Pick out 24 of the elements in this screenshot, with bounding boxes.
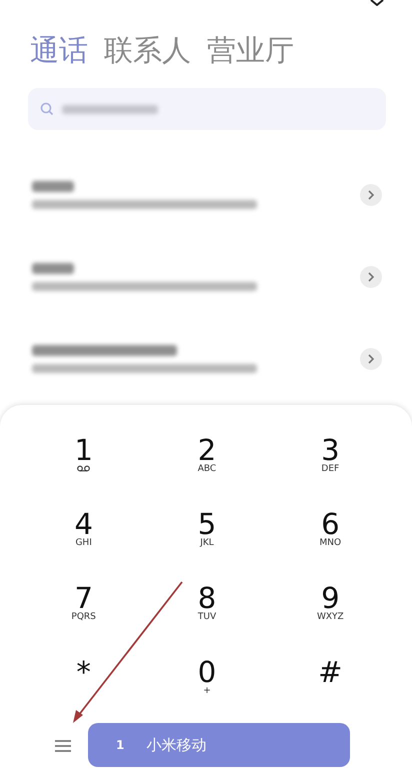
- dial-key[interactable]: 2 ABC: [145, 431, 269, 493]
- dial-key[interactable]: *: [22, 653, 146, 715]
- status-icon: [370, 0, 384, 6]
- dial-key[interactable]: 3 DEF: [268, 431, 392, 493]
- dial-key[interactable]: 4 GHI: [22, 505, 146, 567]
- chevron-icon: [367, 190, 375, 200]
- chevron-button[interactable]: [360, 266, 382, 288]
- dial-key[interactable]: 5 JKL: [145, 505, 269, 567]
- search-icon: [40, 102, 54, 116]
- dial-key[interactable]: 1: [22, 431, 146, 493]
- dial-key[interactable]: 6 MNO: [268, 505, 392, 567]
- search-field[interactable]: [28, 88, 386, 130]
- dial-key[interactable]: 7 PQRS: [22, 579, 146, 641]
- chevron-icon: [367, 354, 375, 364]
- dial-key[interactable]: 9 WXYZ: [268, 579, 392, 641]
- blurred-name: [32, 263, 74, 274]
- dial-key[interactable]: 0 +: [145, 653, 269, 715]
- dial-key[interactable]: #: [268, 653, 392, 715]
- chevron-icon: [367, 272, 375, 282]
- chevron-button[interactable]: [360, 348, 382, 370]
- blurred-name: [32, 181, 74, 192]
- dial-key[interactable]: 8 TUV: [145, 579, 269, 641]
- voicemail-icon: [77, 465, 90, 472]
- chevron-button[interactable]: [360, 184, 382, 206]
